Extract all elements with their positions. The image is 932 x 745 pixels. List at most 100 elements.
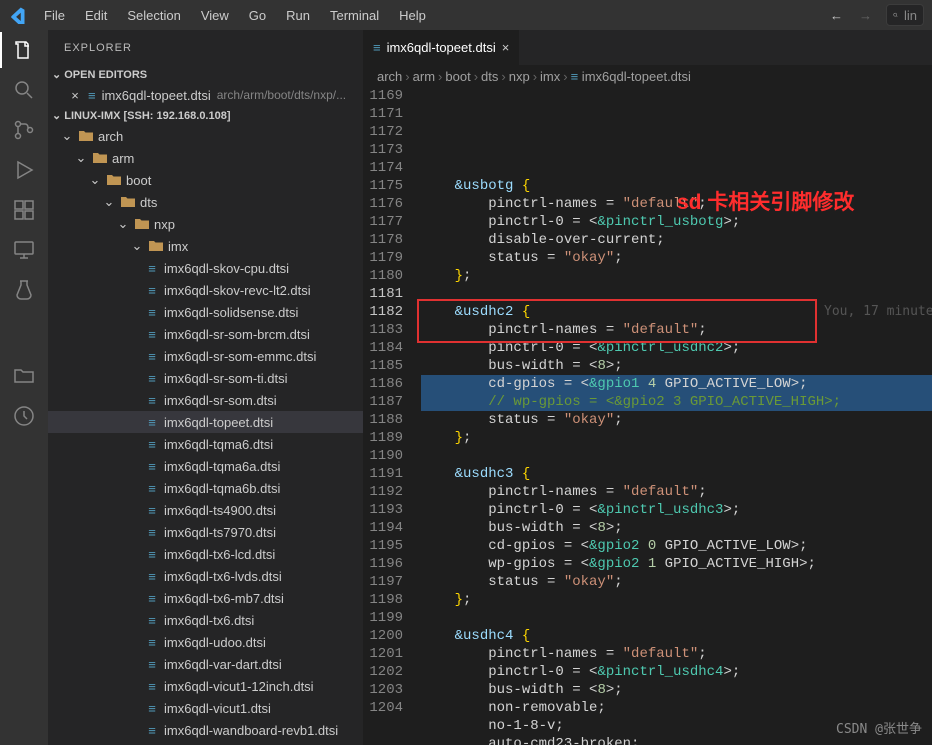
code-line[interactable]: pinctrl-names = "default"; [421,321,932,339]
line-number: 1173 [363,141,403,159]
code-line[interactable] [421,447,932,465]
breadcrumb[interactable]: arch›arm›boot›dts›nxp›imx›≡ imx6qdl-tope… [363,65,932,87]
folder-open-icon[interactable] [12,364,36,388]
tree-file[interactable]: ≡imx6qdl-vicut1.dtsi [48,697,363,719]
menu-view[interactable]: View [193,4,237,27]
code-line[interactable] [421,609,932,627]
breadcrumb-item[interactable]: arch [377,69,402,84]
code-line[interactable]: cd-gpios = <&gpio2 0 GPIO_ACTIVE_LOW>; [421,537,932,555]
tree-file[interactable]: ≡imx6qdl-sr-som-brcm.dtsi [48,323,363,345]
code-line[interactable]: pinctrl-names = "default"; [421,483,932,501]
code-line[interactable]: bus-width = <8>; [421,357,932,375]
command-center-search[interactable]: lin [886,4,924,26]
explorer-icon[interactable] [12,38,36,62]
menu-run[interactable]: Run [278,4,318,27]
tree-file[interactable]: ≡imx6qdl-ts4900.dtsi [48,499,363,521]
code-line[interactable]: disable-over-current; [421,231,932,249]
code-line[interactable]: status = "okay"; [421,411,932,429]
code-line[interactable]: pinctrl-names = "default"; [421,645,932,663]
code-line[interactable]: }; [421,429,932,447]
tree-file[interactable]: ≡imx6qdl-wandboard-revb1.dtsi [48,719,363,741]
close-icon[interactable]: × [68,88,82,103]
tree-file[interactable]: ≡imx6qdl-var-dart.dtsi [48,653,363,675]
tree-file[interactable]: ≡imx6qdl-skov-revc-lt2.dtsi [48,279,363,301]
search-text: lin [904,8,917,23]
editor-tab[interactable]: ≡ imx6qdl-topeet.dtsi × [363,30,520,65]
code-line[interactable]: }; [421,267,932,285]
tree-folder-arm[interactable]: ⌄arm [48,147,363,169]
tree-file[interactable]: ≡imx6qdl-tx6-mb7.dtsi [48,587,363,609]
tree-file[interactable]: ≡imx6qdl-tx6-lcd.dtsi [48,543,363,565]
run-debug-icon[interactable] [12,158,36,182]
timeline-icon[interactable] [12,404,36,428]
code-line[interactable]: cd-gpios = <&gpio1 4 GPIO_ACTIVE_LOW>; [421,375,932,393]
code-line[interactable]: bus-width = <8>; [421,519,932,537]
nav-forward-icon[interactable]: → [859,8,872,23]
menu-terminal[interactable]: Terminal [322,4,387,27]
tree-folder-arch[interactable]: ⌄arch [48,125,363,147]
breadcrumb-item[interactable]: ≡ imx6qdl-topeet.dtsi [571,69,691,84]
code-lines[interactable]: sd 卡相关引脚修改 You, 17 minutes &usbotg { pin… [421,87,932,745]
chevron-right-icon: › [474,69,478,84]
code-line[interactable]: pinctrl-0 = <&pinctrl_usdhc2>; [421,339,932,357]
tree-file[interactable]: ≡imx6qdl-ts7970.dtsi [48,521,363,543]
breadcrumb-item[interactable]: boot [445,69,470,84]
testing-icon[interactable] [12,278,36,302]
open-editors-header[interactable]: ⌄ OPEN EDITORS [48,65,363,84]
tree-file[interactable]: ≡imx6qdl-tqma6a.dtsi [48,455,363,477]
tree-file[interactable]: ≡imx6qdl-tx6-lvds.dtsi [48,565,363,587]
tree-file[interactable]: ≡imx6qdl-solidsense.dtsi [48,301,363,323]
tree-folder-dts[interactable]: ⌄dts [48,191,363,213]
workspace-header[interactable]: ⌄ LINUX-IMX [SSH: 192.168.0.108] [48,106,363,125]
code-line[interactable]: status = "okay"; [421,573,932,591]
breadcrumb-item[interactable]: dts [481,69,498,84]
remote-explorer-icon[interactable] [12,238,36,262]
tree-file[interactable]: ≡imx6qdl-udoo.dtsi [48,631,363,653]
code-line[interactable]: pinctrl-0 = <&pinctrl_usdhc3>; [421,501,932,519]
menu-help[interactable]: Help [391,4,434,27]
code-line[interactable]: }; [421,591,932,609]
breadcrumb-item[interactable]: imx [540,69,560,84]
code-line[interactable]: pinctrl-0 = <&pinctrl_usdhc4>; [421,663,932,681]
code-line[interactable] [421,285,932,303]
tree-file[interactable]: ≡imx6qdl-tqma6.dtsi [48,433,363,455]
search-icon[interactable] [12,78,36,102]
tree-folder-imx[interactable]: ⌄imx [48,235,363,257]
tree-file[interactable]: ≡imx6qdl-sr-som-emmc.dtsi [48,345,363,367]
file-icon: ≡ [88,88,96,103]
code-line[interactable]: // wp-gpios = <&gpio2 3 GPIO_ACTIVE_HIGH… [421,393,932,411]
breadcrumb-item[interactable]: nxp [509,69,530,84]
line-number: 1181 [363,285,403,303]
breadcrumb-item[interactable]: arm [413,69,435,84]
code-line[interactable]: wp-gpios = <&gpio2 1 GPIO_ACTIVE_HIGH>; [421,555,932,573]
tree-file[interactable]: ≡imx6qdl-tqma6b.dtsi [48,477,363,499]
code-line[interactable]: non-removable; [421,699,932,717]
chevron-right-icon: › [533,69,537,84]
code-line[interactable]: &usdhc3 { [421,465,932,483]
tree-file[interactable]: ≡imx6qdl-sr-som-ti.dtsi [48,367,363,389]
code-line[interactable]: &usdhc4 { [421,627,932,645]
code-editor[interactable]: 1169117111721173117411751176117711781179… [363,87,932,745]
menu-edit[interactable]: Edit [77,4,115,27]
tree-file[interactable]: ≡imx6qdl-skov-cpu.dtsi [48,257,363,279]
file-icon: ≡ [144,349,160,364]
tree-file[interactable]: ≡imx6qdl-topeet.dtsi [48,411,363,433]
tree-file[interactable]: ≡imx6qdl-vicut1-12inch.dtsi [48,675,363,697]
menu-selection[interactable]: Selection [119,4,188,27]
extensions-icon[interactable] [12,198,36,222]
nav-back-icon[interactable]: ← [830,8,843,23]
tree-folder-boot[interactable]: ⌄boot [48,169,363,191]
tree-file[interactable]: ≡imx6qdl-tx6.dtsi [48,609,363,631]
code-line[interactable]: pinctrl-0 = <&pinctrl_usbotg>; [421,213,932,231]
tree-file[interactable]: ≡imx6qdl-sr-som.dtsi [48,389,363,411]
menu-file[interactable]: File [36,4,73,27]
menu-go[interactable]: Go [241,4,274,27]
code-line[interactable]: status = "okay"; [421,249,932,267]
source-control-icon[interactable] [12,118,36,142]
open-editor-item[interactable]: × ≡ imx6qdl-topeet.dtsi arch/arm/boot/dt… [48,84,363,106]
close-icon[interactable]: × [502,40,510,55]
code-line[interactable]: bus-width = <8>; [421,681,932,699]
tree-folder-nxp[interactable]: ⌄nxp [48,213,363,235]
file-icon: ≡ [144,547,160,562]
file-icon: ≡ [144,569,160,584]
